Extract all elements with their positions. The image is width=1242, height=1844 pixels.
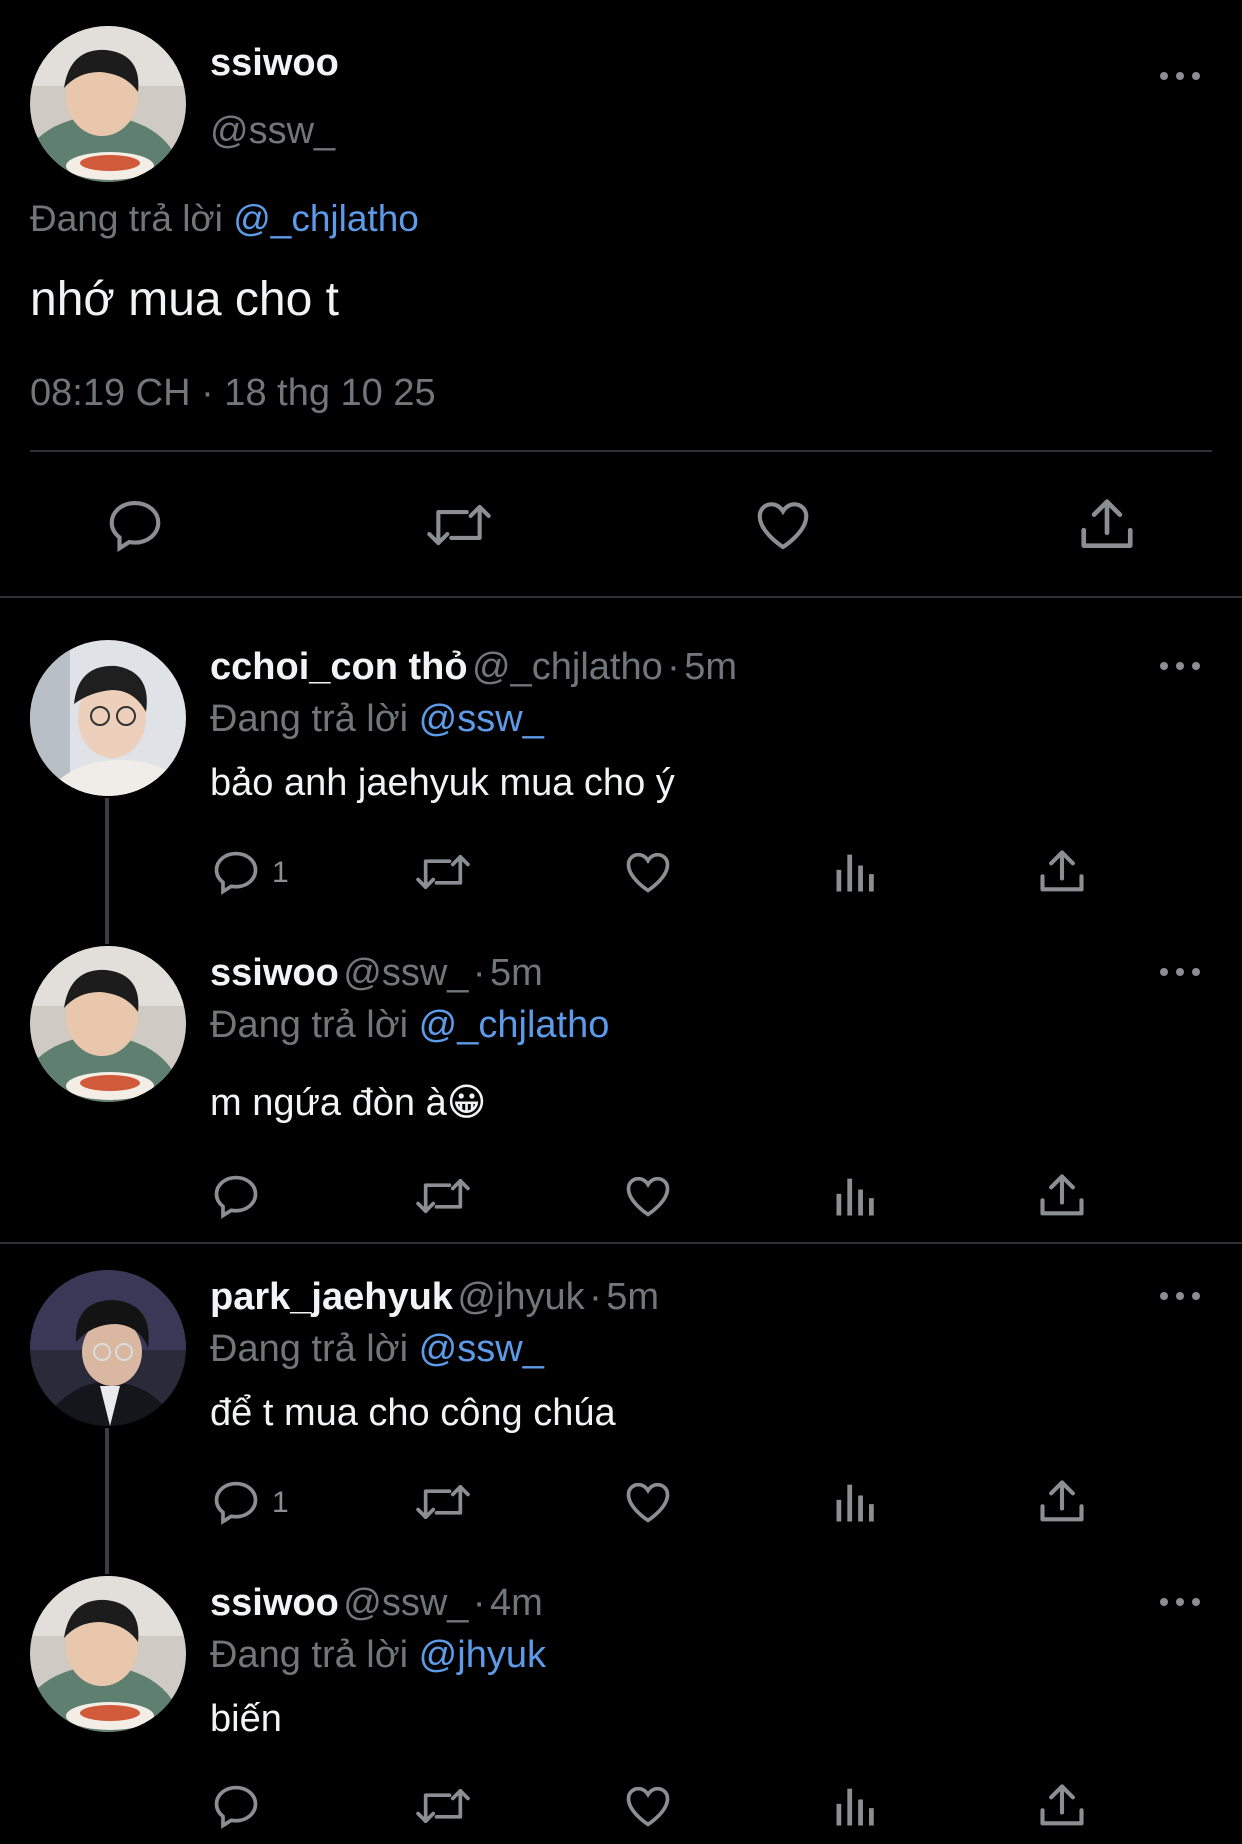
reply-time[interactable]: 4m — [490, 1582, 543, 1624]
display-name[interactable]: ssiwoo — [210, 1582, 339, 1624]
tweet-timestamp[interactable]: 08:19 CH · 18 thg 10 25 — [30, 372, 436, 415]
more-options-icon[interactable] — [1160, 656, 1204, 676]
more-options-icon[interactable] — [1160, 66, 1204, 86]
reply-icon[interactable] — [210, 1170, 262, 1222]
separator: · — [589, 1276, 602, 1318]
retweet-icon[interactable] — [414, 1780, 472, 1832]
reply-time[interactable]: 5m — [490, 952, 543, 994]
more-options-icon[interactable] — [1160, 962, 1204, 982]
more-options-icon[interactable] — [1160, 1592, 1204, 1612]
reply-to-link[interactable]: @_chjlatho — [419, 1004, 610, 1046]
avatar[interactable] — [30, 640, 186, 796]
like-icon[interactable] — [622, 846, 674, 898]
avatar[interactable] — [30, 26, 186, 182]
reply-prefix: Đang trả lời — [210, 1634, 409, 1676]
reply-context: Đang trả lời @ssw_ — [210, 1328, 544, 1371]
reply-context: Đang trả lời @_chjlatho — [30, 198, 419, 240]
reply-to-link[interactable]: @ssw_ — [419, 1328, 544, 1370]
retweet-icon[interactable] — [424, 494, 494, 556]
avatar[interactable] — [30, 1270, 186, 1426]
like-icon[interactable] — [622, 1170, 674, 1222]
avatar[interactable] — [30, 946, 186, 1102]
reply-count: 1 — [272, 856, 289, 889]
tweet-text: nhớ mua cho t — [30, 273, 339, 326]
avatar[interactable] — [30, 1576, 186, 1732]
reply-to-link[interactable]: @_chjlatho — [233, 198, 419, 239]
reply-header: ssiwoo @ssw_ · 4m — [210, 1582, 543, 1625]
reply-prefix: Đang trả lời — [30, 198, 223, 239]
user-handle[interactable]: @_chjlatho — [472, 646, 663, 688]
reply-header: cchoi_con thỏ @_chjlatho · 5m — [210, 646, 737, 689]
reply-prefix: Đang trả lời — [210, 698, 409, 740]
user-handle[interactable]: @jhyuk — [457, 1276, 584, 1318]
reply-text: bảo anh jaehyuk mua cho ý — [210, 762, 675, 804]
views-icon[interactable] — [830, 1170, 882, 1222]
display-name[interactable]: ssiwoo — [210, 952, 339, 994]
share-icon[interactable] — [1036, 1170, 1088, 1222]
more-options-icon[interactable] — [1160, 1286, 1204, 1306]
divider — [30, 450, 1212, 452]
reply-text: m ngứa đòn à😀 — [210, 1082, 487, 1124]
section-divider — [0, 1242, 1242, 1244]
reply-count: 1 — [272, 1486, 289, 1519]
retweet-icon[interactable] — [414, 1476, 472, 1528]
reply-time[interactable]: 5m — [684, 646, 737, 688]
display-name[interactable]: cchoi_con thỏ — [210, 646, 468, 688]
reply-context: Đang trả lời @jhyuk — [210, 1634, 546, 1677]
section-divider — [0, 596, 1242, 598]
separator: · — [472, 952, 486, 994]
reply-to-link[interactable]: @jhyuk — [419, 1634, 546, 1676]
separator: · — [667, 646, 680, 688]
reply-context: Đang trả lời @_chjlatho — [210, 1004, 609, 1047]
reply-time[interactable]: 5m — [606, 1276, 659, 1318]
like-icon[interactable] — [622, 1780, 674, 1832]
reply-text: để t mua cho công chúa — [210, 1392, 616, 1434]
thread-line — [105, 798, 109, 944]
reply-icon[interactable] — [210, 1780, 262, 1832]
like-icon[interactable] — [752, 494, 814, 556]
views-icon[interactable] — [830, 846, 882, 898]
reply-icon[interactable] — [210, 1476, 262, 1528]
reply-prefix: Đang trả lời — [210, 1004, 409, 1046]
retweet-icon[interactable] — [414, 846, 472, 898]
user-handle[interactable]: @ssw_ — [343, 952, 468, 994]
display-name[interactable]: park_jaehyuk — [210, 1276, 453, 1318]
reply-header: ssiwoo @ssw_ · 5m — [210, 952, 543, 995]
reply-header: park_jaehyuk @jhyuk · 5m — [210, 1276, 659, 1319]
views-icon[interactable] — [830, 1476, 882, 1528]
views-icon[interactable] — [830, 1780, 882, 1832]
reply-icon[interactable] — [210, 846, 262, 898]
user-handle[interactable]: @ssw_ — [210, 110, 335, 153]
retweet-icon[interactable] — [414, 1170, 472, 1222]
display-name[interactable]: ssiwoo — [210, 42, 339, 85]
reply-to-link[interactable]: @ssw_ — [419, 698, 544, 740]
user-handle[interactable]: @ssw_ — [343, 1582, 468, 1624]
like-icon[interactable] — [622, 1476, 674, 1528]
share-icon[interactable] — [1076, 494, 1138, 556]
reply-context: Đang trả lời @ssw_ — [210, 698, 544, 741]
share-icon[interactable] — [1036, 1476, 1088, 1528]
thread-line — [105, 1428, 109, 1574]
reply-icon[interactable] — [104, 494, 166, 556]
reply-text: biến — [210, 1698, 282, 1740]
reply-prefix: Đang trả lời — [210, 1328, 409, 1370]
separator: · — [472, 1582, 486, 1624]
share-icon[interactable] — [1036, 1780, 1088, 1832]
share-icon[interactable] — [1036, 846, 1088, 898]
